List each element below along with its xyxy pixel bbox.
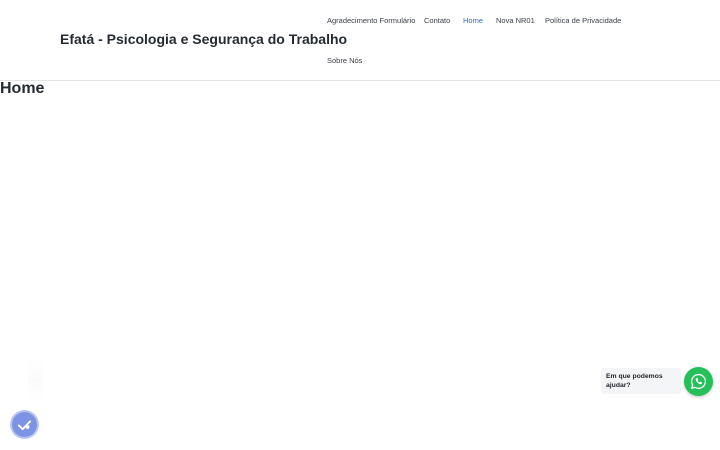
side-decoration bbox=[28, 358, 42, 402]
page: Efatá - Psicologia e Segurança do Trabal… bbox=[0, 0, 720, 450]
nav-item-agradecimento-formulario[interactable]: Agradecimento Formulário bbox=[327, 16, 415, 25]
nav-item-sobre-nos[interactable]: Sobre Nós bbox=[327, 56, 362, 65]
nav-item-nova-nr01[interactable]: Nova NR01 bbox=[496, 16, 535, 25]
whatsapp-button[interactable] bbox=[684, 367, 713, 396]
whatsapp-chat-bubble[interactable]: Em que podemos ajudar? bbox=[601, 368, 681, 394]
nav-item-contato[interactable]: Contato bbox=[424, 16, 450, 25]
site-title[interactable]: Efatá - Psicologia e Segurança do Trabal… bbox=[60, 31, 347, 47]
nav-item-home[interactable]: Home bbox=[463, 16, 483, 25]
whatsapp-icon bbox=[691, 373, 707, 389]
accessibility-button[interactable] bbox=[12, 412, 37, 437]
nav-item-politica-de-privacidade[interactable]: Política de Privacidade bbox=[545, 16, 621, 25]
accessibility-icon bbox=[17, 420, 32, 431]
site-header: Efatá - Psicologia e Segurança do Trabal… bbox=[0, 0, 720, 81]
page-title: Home bbox=[0, 80, 45, 97]
